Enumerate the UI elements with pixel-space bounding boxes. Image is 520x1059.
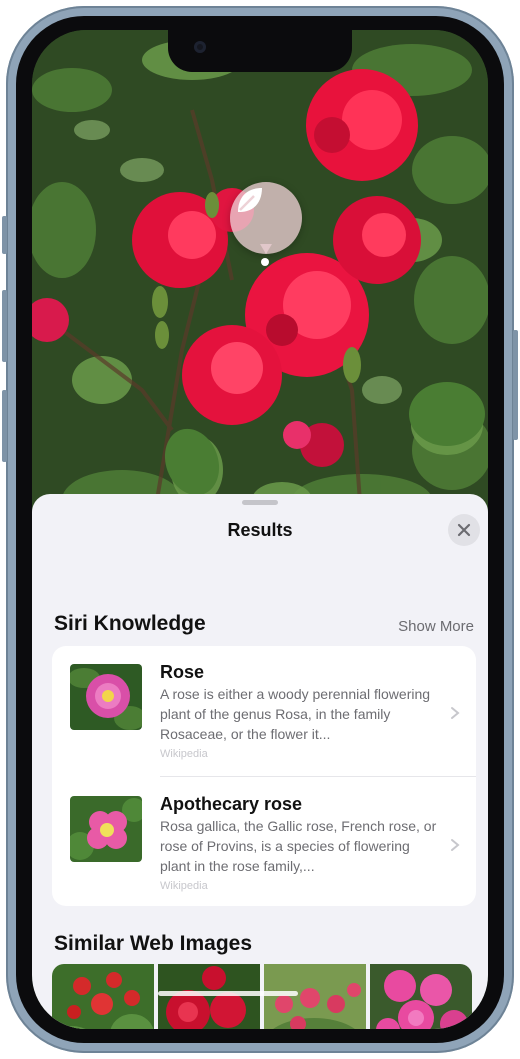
show-more-link[interactable]: Show More — [398, 618, 474, 635]
volume-down-button — [2, 390, 7, 462]
leaf-icon — [238, 188, 262, 212]
volume-up-button — [2, 290, 7, 362]
rose-photo — [32, 30, 488, 530]
lookup-anchor-dot — [261, 258, 269, 266]
visual-lookup-button[interactable] — [230, 182, 302, 254]
apothecary-rose-thumbnail — [70, 796, 142, 862]
notch — [168, 30, 352, 72]
results-sheet: Results Siri Knowledge Show More Rose A … — [32, 494, 488, 1029]
knowledge-title: Apothecary rose — [160, 794, 303, 814]
side-button — [513, 330, 518, 440]
home-indicator[interactable] — [158, 991, 298, 996]
similar-web-images-row — [52, 964, 488, 1029]
xmark-icon — [457, 523, 471, 537]
rose-thumbnail — [70, 664, 142, 730]
web-image[interactable] — [52, 964, 154, 1029]
sheet-title: Results — [227, 520, 293, 540]
similar-web-images-title: Similar Web Images — [54, 932, 253, 955]
knowledge-item-rose[interactable]: Rose A rose is either a woody perennial … — [52, 646, 476, 777]
knowledge-source: Wikipedia — [160, 748, 208, 760]
sheet-grabber[interactable] — [242, 500, 278, 505]
close-button[interactable] — [448, 514, 480, 546]
front-camera — [194, 41, 206, 53]
knowledge-description: A rose is either a woody perennial flowe… — [160, 686, 431, 742]
knowledge-description: Rosa gallica, the Gallic rose, French ro… — [160, 818, 437, 874]
screen: Results Siri Knowledge Show More Rose A … — [32, 30, 488, 1029]
web-image[interactable] — [370, 964, 472, 1029]
siri-knowledge-title: Siri Knowledge — [54, 612, 206, 635]
action-button — [2, 216, 7, 254]
chevron-right-icon — [451, 839, 460, 851]
chevron-right-icon — [451, 707, 460, 719]
siri-knowledge-card: Rose A rose is either a woody perennial … — [52, 646, 476, 906]
web-image[interactable] — [158, 964, 260, 1029]
web-image[interactable] — [264, 964, 366, 1029]
knowledge-source: Wikipedia — [160, 880, 208, 892]
knowledge-title: Rose — [160, 662, 205, 682]
knowledge-item-apothecary-rose[interactable]: Apothecary rose Rosa gallica, the Gallic… — [52, 776, 476, 906]
